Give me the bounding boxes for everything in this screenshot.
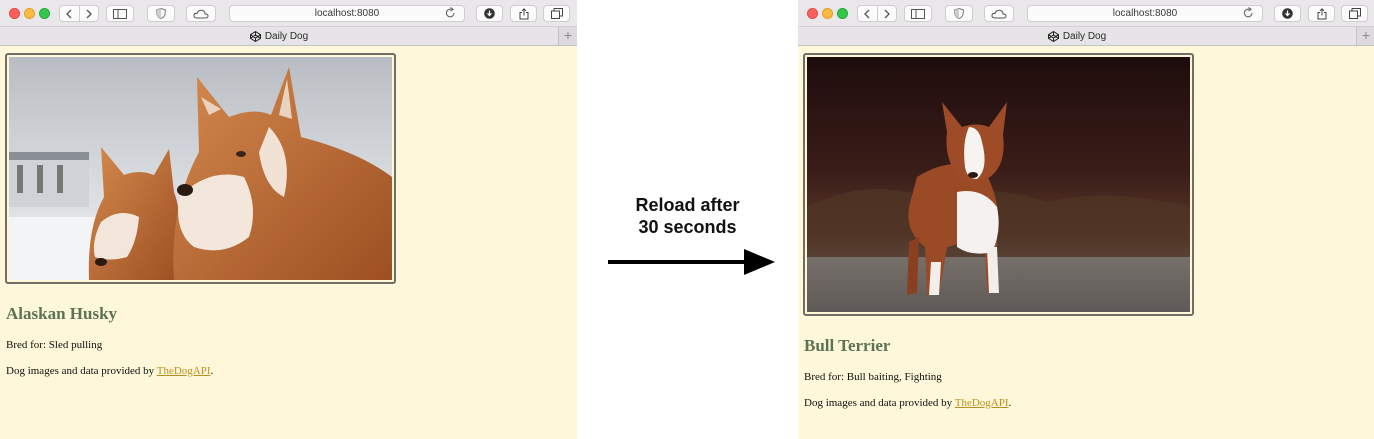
- credit-prefix: Dog images and data provided by: [804, 397, 955, 409]
- dog-photo: [803, 53, 1194, 316]
- sidebar-icon: [911, 8, 925, 19]
- thedogapi-link[interactable]: TheDogAPI: [955, 397, 1009, 409]
- tab-bar: Daily Dog +: [0, 27, 577, 46]
- bred-for-text: Bred for: Bull baiting, Fighting: [804, 371, 942, 383]
- bred-for-text: Bred for: Sled pulling: [6, 339, 103, 351]
- chevron-right-icon: [86, 9, 92, 18]
- address-bar[interactable]: localhost:8080: [229, 5, 465, 22]
- breed-name: Bull Terrier: [804, 336, 891, 355]
- address-url: localhost:8080: [314, 8, 380, 19]
- privacy-button[interactable]: [945, 5, 973, 22]
- dog-photo: [5, 53, 396, 284]
- back-button[interactable]: [858, 6, 877, 21]
- tab-daily-dog[interactable]: Daily Dog: [798, 27, 1356, 45]
- privacy-button[interactable]: [147, 5, 175, 22]
- browser-window-before: localhost:8080 Daily Dog + Alaskan Husky…: [0, 0, 577, 439]
- address-bar[interactable]: localhost:8080: [1027, 5, 1263, 22]
- page-content: Alaskan Husky Bred for: Sled pulling Dog…: [0, 47, 577, 439]
- arrow-right-icon: [608, 249, 775, 275]
- credit-text: Dog images and data provided by TheDogAP…: [6, 365, 213, 377]
- tab-bar: Daily Dog +: [798, 27, 1374, 46]
- share-icon: [1317, 7, 1326, 19]
- zoom-window-button[interactable]: [39, 8, 50, 19]
- back-forward-group: [857, 5, 897, 22]
- caption-line-2: 30 seconds: [638, 217, 737, 237]
- minimize-window-button[interactable]: [822, 8, 833, 19]
- show-tabs-button[interactable]: [1341, 5, 1368, 22]
- tabs-overview-icon: [550, 8, 563, 19]
- download-icon: [484, 8, 495, 19]
- show-tabs-button[interactable]: [543, 5, 570, 22]
- back-forward-group: [59, 5, 99, 22]
- icloud-tabs-button[interactable]: [984, 5, 1014, 22]
- address-url: localhost:8080: [1112, 8, 1178, 19]
- credit-text: Dog images and data provided by TheDogAP…: [804, 397, 1011, 409]
- tab-title: Daily Dog: [264, 30, 309, 42]
- credit-prefix: Dog images and data provided by: [6, 365, 157, 377]
- sidebar-toggle-button[interactable]: [904, 5, 932, 22]
- chevron-right-icon: [884, 9, 890, 18]
- close-window-button[interactable]: [807, 8, 818, 19]
- codepen-icon: [1047, 30, 1059, 42]
- reload-button[interactable]: [1243, 7, 1254, 19]
- sidebar-icon: [113, 8, 127, 19]
- icloud-tabs-button[interactable]: [186, 5, 216, 22]
- zoom-window-button[interactable]: [837, 8, 848, 19]
- reload-icon: [445, 7, 455, 18]
- new-tab-button[interactable]: +: [558, 27, 577, 45]
- codepen-icon: [249, 30, 261, 42]
- shield-icon: [156, 8, 166, 19]
- credit-suffix: .: [210, 365, 214, 377]
- tab-title: Daily Dog: [1062, 30, 1107, 42]
- thedogapi-link[interactable]: TheDogAPI: [157, 365, 211, 377]
- reload-icon: [1243, 7, 1253, 18]
- downloads-button[interactable]: [1274, 5, 1301, 22]
- credit-suffix: .: [1008, 397, 1012, 409]
- share-button[interactable]: [510, 5, 537, 22]
- reload-button[interactable]: [445, 7, 456, 19]
- caption-line-1: Reload after: [635, 195, 740, 215]
- minimize-window-button[interactable]: [24, 8, 35, 19]
- new-tab-button[interactable]: +: [1356, 27, 1374, 45]
- close-window-button[interactable]: [9, 8, 20, 19]
- share-icon: [519, 7, 528, 19]
- share-button[interactable]: [1308, 5, 1335, 22]
- transition-caption: Reload after 30 seconds: [605, 194, 770, 238]
- downloads-button[interactable]: [476, 5, 503, 22]
- browser-toolbar: localhost:8080: [0, 0, 577, 27]
- browser-window-after: localhost:8080 Daily Dog + Bull Terrier …: [798, 0, 1374, 439]
- cloud-icon: [193, 9, 209, 18]
- tabs-overview-icon: [1348, 8, 1361, 19]
- tab-daily-dog[interactable]: Daily Dog: [0, 27, 558, 45]
- forward-button[interactable]: [79, 6, 98, 21]
- back-button[interactable]: [60, 6, 79, 21]
- sidebar-toggle-button[interactable]: [106, 5, 134, 22]
- forward-button[interactable]: [877, 6, 896, 21]
- chevron-left-icon: [864, 9, 870, 18]
- cloud-icon: [991, 9, 1007, 18]
- page-content: Bull Terrier Bred for: Bull baiting, Fig…: [798, 47, 1374, 439]
- breed-name: Alaskan Husky: [6, 304, 118, 323]
- browser-toolbar: localhost:8080: [798, 0, 1374, 27]
- shield-icon: [954, 8, 964, 19]
- download-icon: [1282, 8, 1293, 19]
- chevron-left-icon: [66, 9, 72, 18]
